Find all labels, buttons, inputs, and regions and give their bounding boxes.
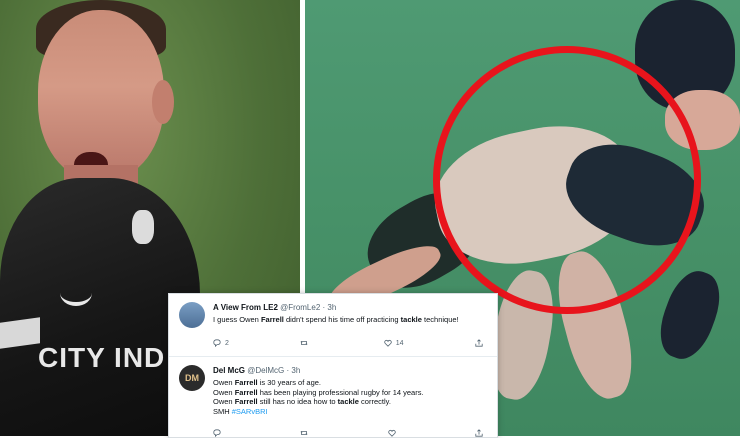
- display-name[interactable]: Del McG: [213, 366, 245, 375]
- highlight-word: Farrell: [234, 378, 258, 387]
- text-run: SMH: [213, 406, 232, 416]
- retweet-button[interactable]: [300, 339, 312, 347]
- tweet-line: Owen Farrell is 30 years of age.: [213, 378, 489, 388]
- jersey-logo-icon: [60, 280, 92, 306]
- tweet-line: Owen Farrell has been playing profession…: [213, 388, 489, 398]
- display-name[interactable]: A View From LE2: [213, 303, 278, 312]
- highlight-word: tackle: [400, 315, 422, 324]
- retweet-icon: [300, 340, 308, 346]
- text-run: didn't spend his time off practicing: [283, 315, 401, 324]
- tweet[interactable]: DM Del McG @DelMcG · 3h Owen Farrell is …: [169, 357, 497, 437]
- text-run: is 30 years of age.: [257, 378, 321, 387]
- tweet-header: A View From LE2 @FromLe2 · 3h: [213, 303, 336, 312]
- dark-player-leg: [651, 264, 729, 366]
- like-button[interactable]: 14: [384, 339, 404, 347]
- tweet-line: Owen Farrell still has no idea how to ta…: [213, 397, 489, 407]
- like-count: 14: [395, 339, 404, 347]
- text-run: Owen: [213, 378, 235, 387]
- tweets-card: A View From LE2 @FromLe2 · 3h I guess Ow…: [168, 293, 498, 438]
- text-run: technique!: [421, 315, 459, 324]
- tweet-actions: 2 14: [213, 339, 483, 347]
- tweet-line: SMH #SARvBRI: [213, 407, 489, 417]
- timestamp[interactable]: 3h: [291, 366, 300, 375]
- heart-icon: [384, 339, 392, 347]
- hashtag-link[interactable]: #SARvBRI: [232, 407, 268, 416]
- timestamp[interactable]: 3h: [327, 303, 336, 312]
- highlight-word: Farrell: [234, 397, 258, 407]
- text-run: correctly.: [358, 397, 391, 407]
- tweet[interactable]: A View From LE2 @FromLe2 · 3h I guess Ow…: [169, 294, 497, 357]
- handle[interactable]: @DelMcG: [247, 366, 284, 375]
- handle[interactable]: @FromLe2: [280, 303, 320, 312]
- share-icon: [475, 339, 483, 347]
- text-run: Owen: [213, 397, 235, 407]
- tweet-text: I guess Owen Farrell didn't spend his ti…: [213, 315, 489, 325]
- share-button[interactable]: [475, 339, 483, 347]
- text-run: I guess Owen: [213, 315, 261, 324]
- highlight-word: Farrell: [260, 315, 284, 324]
- reply-icon: [213, 339, 221, 347]
- tweet-text: Owen Farrell is 30 years of age. Owen Fa…: [213, 378, 489, 416]
- text-run: Owen: [213, 387, 235, 397]
- avatar[interactable]: DM: [179, 365, 205, 391]
- tweet-header: Del McG @DelMcG · 3h: [213, 366, 300, 375]
- highlight-word: Farrell: [234, 387, 258, 397]
- reply-button[interactable]: 2: [213, 339, 229, 347]
- highlight-word: tackle: [337, 397, 359, 407]
- avatar[interactable]: [179, 302, 205, 328]
- reply-count: 2: [225, 339, 229, 347]
- red-highlight-circle: [433, 46, 701, 314]
- text-run: has been playing professional rugby for …: [257, 387, 424, 397]
- player-ear: [152, 80, 174, 124]
- jersey-crest-icon: [132, 210, 154, 244]
- jersey-sponsor-text: CITY IND: [38, 342, 166, 373]
- text-run: still has no idea how to: [257, 397, 338, 407]
